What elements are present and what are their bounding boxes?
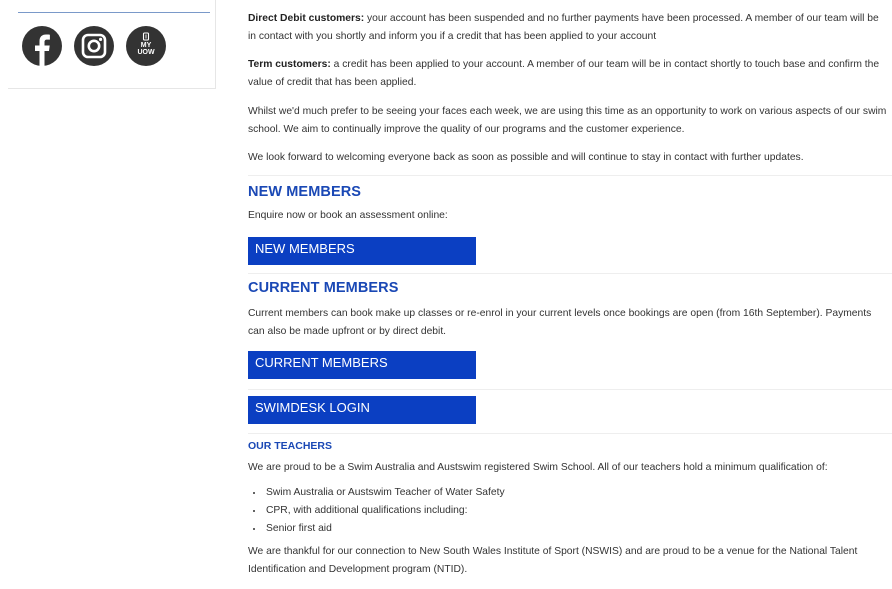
whilst-paragraph: Whilst we'd much prefer to be seeing you… (248, 106, 887, 135)
qualifications-list: Swim Australia or Austswim Teacher of Wa… (248, 484, 505, 538)
teachers-closing: We are thankful for our connection to Ne… (248, 546, 858, 575)
section-divider (248, 389, 892, 390)
section-divider (248, 273, 892, 274)
section-divider (248, 433, 892, 434)
new-members-heading: NEW MEMBERS (248, 184, 362, 200)
list-item: CPR, with additional qualifications incl… (264, 502, 505, 520)
teachers-intro: We are proud to be a Swim Australia and … (248, 462, 828, 473)
current-members-button[interactable]: CURRENT MEMBERS (248, 351, 476, 379)
list-item: Senior first aid (264, 520, 505, 538)
myuow-label-line1: MY (140, 42, 152, 49)
myuow-label: MY UOW (125, 42, 167, 56)
sidebar: MY UOW (8, 0, 216, 89)
section-divider (248, 175, 892, 176)
sidebar-divider (18, 12, 210, 13)
new-members-button[interactable]: NEW MEMBERS (248, 237, 476, 265)
current-members-text: Current members can book make up classes… (248, 308, 872, 337)
new-members-text: Enquire now or book an assessment online… (248, 210, 448, 221)
direct-debit-lead: Direct Debit customers: (248, 13, 365, 24)
myuow-link[interactable]: MY UOW (125, 25, 167, 67)
myuow-label-line2: UOW (137, 49, 155, 56)
facebook-icon (22, 26, 62, 66)
list-item: Swim Australia or Austswim Teacher of Wa… (264, 484, 505, 502)
instagram-icon (74, 26, 114, 66)
instagram-link[interactable] (73, 25, 115, 67)
facebook-link[interactable] (21, 25, 63, 67)
direct-debit-paragraph: Direct Debit customers: your account has… (248, 10, 888, 46)
term-text: a credit has been applied to your accoun… (248, 59, 880, 88)
term-lead: Term customers: (248, 59, 331, 70)
term-paragraph: Term customers: a credit has been applie… (248, 56, 888, 92)
current-members-heading: CURRENT MEMBERS (248, 280, 399, 296)
our-teachers-heading: OUR TEACHERS (248, 440, 333, 452)
look-forward-paragraph: We look forward to welcoming everyone ba… (248, 152, 804, 163)
swimdesk-login-button[interactable]: SWIMDESK LOGIN (248, 396, 476, 424)
